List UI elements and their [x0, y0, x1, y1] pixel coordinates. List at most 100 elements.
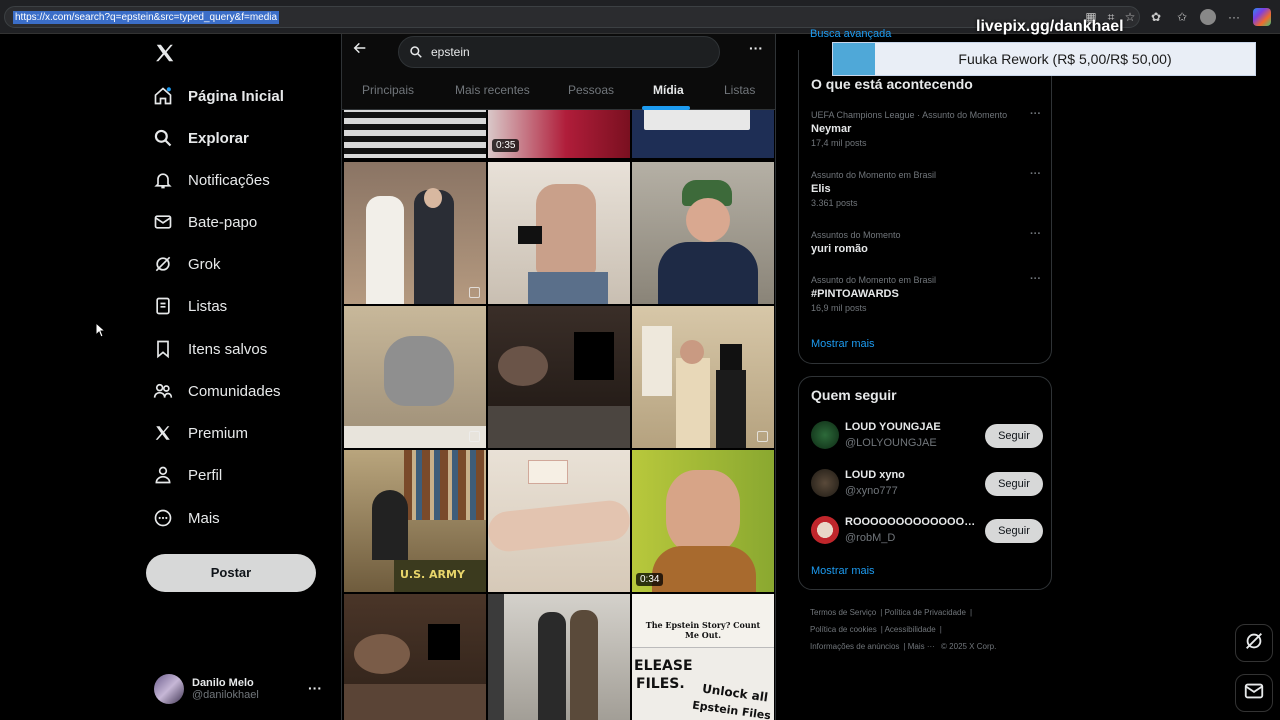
media-tile[interactable]: U.S. ARMY	[344, 450, 486, 592]
sidebar-item-lists[interactable]: Listas	[152, 288, 227, 324]
sidebar-item-grok[interactable]: Grok	[152, 246, 221, 282]
follow-suggestion[interactable]: ROOOOOOOOOOOOOO... @robM_D Seguir	[811, 514, 1043, 546]
footer-link[interactable]: Política de cookies	[810, 625, 877, 634]
extensions-icon[interactable]: ✿	[1148, 9, 1164, 25]
sidebar-item-chat[interactable]: Bate-papo	[152, 204, 257, 240]
sidebar-item-premium[interactable]: Premium	[152, 415, 248, 451]
sidebar-item-profile[interactable]: Perfil	[152, 457, 222, 493]
list-icon	[152, 295, 174, 317]
media-tile[interactable]	[632, 306, 774, 448]
sidebar-item-more[interactable]: Mais	[152, 500, 220, 536]
people-icon	[152, 380, 174, 402]
newspaper-headline: The Epstein Story? Count Me Out.	[645, 620, 761, 640]
footer-link[interactable]: Mais ···	[908, 642, 935, 651]
trend-count: 3.361 posts	[811, 198, 858, 208]
more-dots-icon[interactable]: ···	[1030, 228, 1041, 240]
sidebar-item-label: Página Inicial	[188, 87, 284, 105]
media-tile[interactable]: The Epstein Story? Count Me Out. ELEASE …	[632, 594, 774, 720]
tab-lists[interactable]: Listas	[724, 83, 755, 97]
messages-float-button[interactable]	[1235, 674, 1273, 712]
search-icon	[152, 127, 174, 149]
sidebar-item-label: Explorar	[188, 129, 249, 147]
browser-profile-avatar[interactable]	[1200, 9, 1216, 25]
person-icon	[152, 464, 174, 486]
trend-count: 17,4 mil posts	[811, 138, 867, 148]
search-query[interactable]: epstein	[431, 45, 470, 59]
avatar	[811, 469, 839, 497]
favorites-icon[interactable]: ✩	[1174, 9, 1190, 25]
account-switcher[interactable]: Danilo Melo @danilokhael ···	[154, 672, 334, 706]
trend-name: Neymar	[811, 123, 852, 135]
multiple-media-icon	[469, 431, 480, 442]
media-tile[interactable]	[344, 594, 486, 720]
tab-latest[interactable]: Mais recentes	[455, 83, 530, 97]
sidebar-item-communities[interactable]: Comunidades	[152, 373, 281, 409]
media-tile[interactable]	[488, 450, 630, 592]
sidebar-item-explore[interactable]: Explorar	[152, 120, 249, 156]
back-arrow-icon[interactable]	[352, 40, 370, 58]
sidebar-item-notifications[interactable]: Notificações	[152, 162, 270, 198]
follow-handle: @robM_D	[845, 532, 896, 544]
x-icon	[152, 422, 174, 444]
search-input[interactable]: epstein	[398, 36, 720, 68]
more-dots-icon[interactable]: ···	[308, 680, 322, 696]
trend-item[interactable]: UEFA Champions League · Assunto do Momen…	[811, 108, 1041, 148]
sidebar-item-bookmarks[interactable]: Itens salvos	[152, 331, 267, 367]
tab-media[interactable]: Mídia	[653, 83, 684, 97]
sign-text: ELEASE	[634, 658, 693, 674]
more-dots-icon[interactable]: ···	[1030, 168, 1041, 180]
media-tile[interactable]	[344, 306, 486, 448]
media-tile[interactable]	[488, 306, 630, 448]
follow-button[interactable]: Seguir	[985, 519, 1043, 543]
url-text[interactable]: https://x.com/search?q=epstein&src=typed…	[13, 11, 280, 24]
footer-link[interactable]: Informações de anúncios	[810, 642, 899, 651]
follow-suggestion[interactable]: LOUD xyno @xyno777 Seguir	[811, 467, 1043, 499]
media-tile[interactable]	[632, 162, 774, 304]
search-header: epstein ··· Principais Mais recentes Pes…	[342, 34, 775, 110]
footer-link[interactable]: Termos de Serviço	[810, 608, 876, 617]
trend-count: 16,9 mil posts	[811, 303, 867, 313]
grok-icon	[1243, 630, 1265, 657]
advanced-search-link[interactable]: Busca avançada	[810, 28, 891, 40]
media-tile[interactable]: 0:34	[632, 450, 774, 592]
donation-goal-text: Fuuka Rework (R$ 5,00/R$ 50,00)	[958, 51, 1172, 67]
sidebar-item-home[interactable]: Página Inicial	[152, 78, 284, 114]
x-logo-icon[interactable]	[154, 42, 176, 64]
address-bar[interactable]: https://x.com/search?q=epstein&src=typed…	[4, 6, 1140, 28]
video-duration: 0:34	[636, 573, 664, 586]
profile-name: Danilo Melo	[192, 677, 254, 689]
follow-button[interactable]: Seguir	[985, 472, 1043, 496]
grok-icon	[152, 253, 174, 275]
copilot-icon[interactable]	[1253, 8, 1271, 26]
profile-handle: @danilokhael	[192, 689, 259, 701]
more-dots-icon[interactable]: ···	[1030, 108, 1041, 120]
footer-link[interactable]: Política de Privacidade	[885, 608, 966, 617]
trend-category: Assuntos do Momento	[811, 230, 901, 240]
post-button[interactable]: Postar	[146, 554, 316, 592]
right-sidebar: Busca avançada O que está acontecendo UE…	[798, 28, 1052, 720]
trend-item[interactable]: Assuntos do Momento yuri romão ···	[811, 228, 1041, 255]
trend-item[interactable]: Assunto do Momento em Brasil Elis 3.361 …	[811, 168, 1041, 208]
menu-dots-icon[interactable]: ···	[1226, 9, 1242, 25]
tab-people[interactable]: Pessoas	[568, 83, 614, 97]
footer-link[interactable]: Acessibilidade	[885, 625, 936, 634]
sidebar-item-label: Comunidades	[188, 382, 281, 400]
show-more-trends-link[interactable]: Mostrar mais	[811, 338, 875, 350]
trends-panel: O que está acontecendo UEFA Champions Le…	[798, 50, 1052, 364]
follow-suggestion[interactable]: LOUD YOUNGJAE @LOLYOUNGJAE Seguir	[811, 419, 1043, 451]
tab-top[interactable]: Principais	[362, 83, 414, 97]
more-dots-icon[interactable]: ···	[749, 40, 763, 56]
sidebar-item-label: Itens salvos	[188, 340, 268, 358]
star-icon[interactable]: ☆	[1122, 9, 1138, 25]
stream-overlay-handle: livepix.gg/dankhael	[976, 18, 1124, 35]
more-circle-icon	[152, 507, 174, 529]
follow-button[interactable]: Seguir	[985, 424, 1043, 448]
media-tile[interactable]	[488, 594, 630, 720]
mail-icon	[1243, 680, 1265, 707]
media-tile[interactable]	[344, 162, 486, 304]
show-more-follows-link[interactable]: Mostrar mais	[811, 565, 875, 577]
grok-float-button[interactable]	[1235, 624, 1273, 662]
more-dots-icon[interactable]: ···	[1030, 273, 1041, 285]
trend-item[interactable]: Assunto do Momento em Brasil #PINTOAWARD…	[811, 273, 1041, 313]
media-tile[interactable]	[488, 162, 630, 304]
